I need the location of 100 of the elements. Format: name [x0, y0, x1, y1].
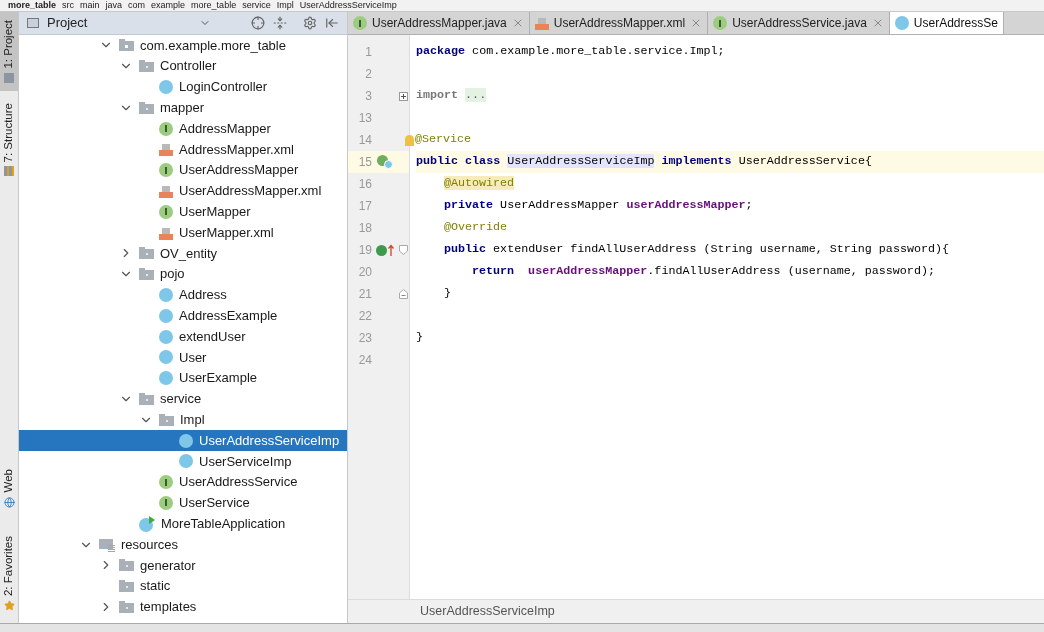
tree-item[interactable]: pojo: [19, 263, 347, 285]
code-line: private UserAddressMapper userAddressMapper;: [444, 197, 753, 215]
interface-icon: [159, 204, 173, 219]
override-method-icon[interactable]: [376, 244, 394, 256]
package-icon: [119, 39, 134, 52]
line-number: 22: [357, 308, 372, 325]
xml-file-icon: [159, 142, 173, 157]
interface-icon: [159, 121, 173, 136]
breadcrumb-item[interactable]: UserAddressServiceImp: [420, 602, 555, 621]
tool-window-tab[interactable]: 7: Structure: [0, 94, 18, 185]
tree-item[interactable]: AddressMapper.xml: [19, 139, 347, 160]
fold-start-icon[interactable]: [398, 245, 408, 255]
panel-title[interactable]: Project: [47, 13, 88, 33]
code-line: public extendUser findAllUserAddress (String username, String password){: [444, 241, 949, 259]
editor-tab[interactable]: UserAddressSe: [889, 12, 1004, 34]
hide-panel-icon[interactable]: [325, 16, 339, 30]
tree-item[interactable]: service: [19, 388, 347, 410]
code-line: public class UserAddressServiceImp implements UserAddressService{: [416, 153, 872, 171]
line-number: 23: [357, 330, 372, 347]
tree-item[interactable]: com.example.more_table: [19, 35, 347, 56]
line-number: 15: [357, 154, 372, 171]
xml-file-icon: [534, 16, 549, 30]
tree-item[interactable]: UserAddressServiceImp: [19, 430, 347, 451]
breadcrumb-item[interactable]: src: [62, 1, 75, 10]
tree-item[interactable]: Impl: [19, 409, 347, 431]
class-icon: [159, 329, 173, 344]
tree-item[interactable]: Controller: [19, 55, 347, 77]
line-number: 14: [357, 132, 372, 149]
resources-folder-icon: [99, 537, 115, 552]
line-number: 24: [357, 352, 372, 369]
code-line: import ...: [416, 87, 487, 105]
locate-icon[interactable]: [251, 16, 265, 30]
tree-item[interactable]: UserExample: [19, 367, 347, 389]
tree-item[interactable]: AddressMapper: [19, 118, 347, 139]
line-number: 19: [357, 242, 372, 259]
breadcrumb-item[interactable]: Impl: [276, 1, 294, 10]
tree-item[interactable]: templates: [19, 596, 347, 618]
line-number: 13: [357, 110, 372, 127]
class-icon: [179, 454, 193, 469]
line-number: 21: [357, 286, 372, 303]
tree-item[interactable]: User: [19, 346, 347, 368]
tree-item[interactable]: OV_entity: [19, 242, 347, 264]
project-view-icon: [27, 18, 39, 28]
class-icon: [159, 80, 173, 94]
tree-item[interactable]: UserAddressMapper: [19, 159, 347, 181]
tool-window-tab[interactable]: 2: Favorites: [0, 527, 18, 619]
tree-item[interactable]: generator: [19, 554, 347, 576]
tree-item[interactable]: UserService: [19, 492, 347, 514]
code-line: }: [416, 329, 423, 347]
tree-item[interactable]: UserMapper: [19, 201, 347, 223]
breadcrumb-item[interactable]: more_table: [8, 1, 57, 10]
tree-item[interactable]: UserServiceImp: [19, 450, 347, 472]
class-icon: [894, 16, 909, 30]
tree-item[interactable]: resources: [19, 534, 347, 555]
breadcrumb-item[interactable]: more_table: [191, 1, 237, 10]
class-icon: [159, 287, 173, 302]
tree-item[interactable]: AddressExample: [19, 305, 347, 327]
settings-icon[interactable]: [303, 16, 317, 30]
interface-icon: [159, 495, 173, 510]
code-line: @Service: [415, 131, 472, 149]
tree-item[interactable]: mapper: [19, 97, 347, 119]
tree-item[interactable]: static: [19, 575, 347, 597]
breadcrumb-item[interactable]: main: [80, 1, 100, 10]
code-line: @Override: [444, 219, 508, 237]
line-number: 3: [364, 88, 372, 105]
tree-item[interactable]: UserAddressService: [19, 471, 347, 493]
breadcrumb-item[interactable]: service: [242, 1, 271, 10]
line-number: 1: [364, 44, 372, 61]
tree-item[interactable]: UserAddressMapper.xml: [19, 180, 347, 202]
tree-item[interactable]: MoreTableApplication: [19, 513, 347, 535]
fold-end-icon[interactable]: [398, 289, 408, 299]
xml-file-icon: [159, 225, 173, 240]
breadcrumb-item[interactable]: UserAddressServiceImp: [299, 1, 397, 10]
tool-window-tab[interactable]: Web: [0, 461, 18, 516]
interface-icon: [353, 16, 367, 30]
code-line: }: [444, 285, 451, 303]
tree-item[interactable]: Address: [19, 284, 347, 306]
app-run-icon: [139, 515, 155, 532]
breadcrumb-item[interactable]: example: [151, 1, 186, 10]
tool-window-tab[interactable]: 1: Project: [0, 12, 18, 91]
tree-item[interactable]: UserMapper.xml: [19, 222, 347, 243]
tree-item[interactable]: extendUser: [19, 326, 347, 347]
interface-icon: [159, 475, 173, 490]
implemented-class-icon[interactable]: [377, 155, 393, 169]
class-icon: [159, 350, 173, 365]
breadcrumb-item[interactable]: java: [105, 1, 123, 10]
collapse-all-icon[interactable]: [273, 16, 287, 30]
line-number: 2: [364, 66, 372, 83]
breadcrumb-item[interactable]: com: [128, 1, 146, 10]
interface-icon: [159, 163, 173, 178]
code-line: return userAddressMapper.findAllUserAddress (username, password);: [472, 263, 935, 281]
star-icon: [3, 600, 15, 611]
expand-fold-icon[interactable]: [398, 91, 408, 101]
line-number: 16: [357, 176, 372, 193]
class-icon: [159, 371, 173, 386]
tree-item[interactable]: LoginController: [19, 76, 347, 98]
line-number: 17: [357, 198, 372, 215]
structure-icon: [4, 166, 14, 177]
line-number: 18: [357, 220, 372, 237]
xml-file-icon: [159, 183, 173, 198]
